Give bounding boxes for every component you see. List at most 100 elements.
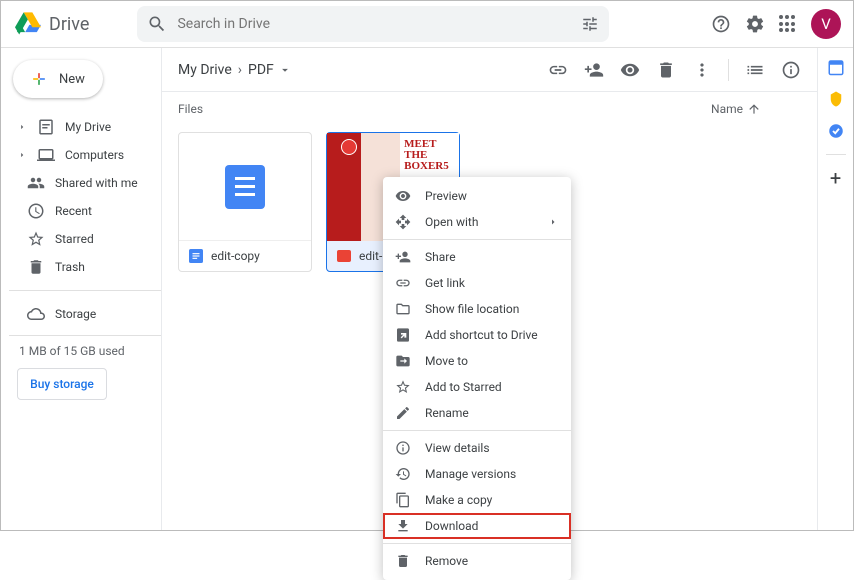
details-button[interactable] <box>781 60 801 80</box>
sidebar-item-recent[interactable]: Recent <box>9 198 161 224</box>
file-item-doc[interactable]: edit-copy <box>178 132 312 272</box>
ctx-preview[interactable]: Preview <box>383 183 571 209</box>
ctx-divider <box>383 239 571 240</box>
list-header: Files Name <box>162 92 817 126</box>
more-vert-icon <box>692 60 712 80</box>
arrow-up-icon <box>747 102 761 116</box>
shortcut-icon <box>395 327 411 343</box>
eye-icon <box>620 60 640 80</box>
ctx-manage-versions[interactable]: Manage versions <box>383 461 571 487</box>
breadcrumb-current[interactable]: PDF <box>248 62 292 78</box>
shared-icon <box>27 174 45 192</box>
header-actions: V <box>711 9 841 39</box>
sidebar-item-storage[interactable]: Storage <box>9 301 161 327</box>
search-input[interactable] <box>177 16 581 32</box>
ctx-open-with[interactable]: Open with <box>383 209 571 235</box>
storage-usage: 1 MB of 15 GB used <box>9 344 161 358</box>
download-icon <box>395 518 411 534</box>
nav-divider <box>9 290 161 291</box>
nav-label: Recent <box>55 204 92 218</box>
share-button[interactable] <box>584 60 604 80</box>
toolbar: My Drive › PDF <box>162 48 817 92</box>
pencil-icon <box>395 405 411 421</box>
nav-label: Computers <box>65 148 124 162</box>
nav-label: Shared with me <box>55 176 138 190</box>
chevron-right-icon: › <box>238 62 242 78</box>
help-button[interactable] <box>711 14 731 34</box>
ctx-remove[interactable]: Remove <box>383 548 571 574</box>
computers-icon <box>37 146 55 164</box>
logo[interactable]: Drive <box>15 12 89 36</box>
ctx-get-link[interactable]: Get link <box>383 270 571 296</box>
apps-button[interactable] <box>779 15 797 33</box>
ctx-rename[interactable]: Rename <box>383 400 571 426</box>
recent-icon <box>27 202 45 220</box>
tune-icon[interactable] <box>581 15 599 33</box>
ctx-view-details[interactable]: View details <box>383 435 571 461</box>
ctx-move-to[interactable]: Move to <box>383 348 571 374</box>
link-icon <box>548 60 568 80</box>
sidebar: New My Drive Computers Shared with me Re… <box>1 48 161 530</box>
view-list-button[interactable] <box>745 60 765 80</box>
star-icon <box>27 230 45 248</box>
get-link-button[interactable] <box>548 60 568 80</box>
chevron-right-icon <box>17 122 27 132</box>
link-icon <box>395 275 411 291</box>
new-button[interactable]: New <box>13 60 103 98</box>
breadcrumb: My Drive › PDF <box>178 62 292 78</box>
info-icon <box>781 60 801 80</box>
side-panel: + <box>817 48 853 530</box>
trash-icon <box>27 258 45 276</box>
ctx-share[interactable]: Share <box>383 244 571 270</box>
panel-divider <box>826 154 846 155</box>
sidebar-item-my-drive[interactable]: My Drive <box>9 114 161 140</box>
storage-divider <box>9 335 161 336</box>
open-with-icon <box>395 214 411 230</box>
sidebar-item-computers[interactable]: Computers <box>9 142 161 168</box>
file-meta: edit-copy <box>179 241 311 271</box>
search-icon <box>147 14 167 34</box>
name-column[interactable]: Name <box>711 102 761 116</box>
ctx-download[interactable]: Download <box>383 513 571 539</box>
toolbar-divider <box>728 59 729 81</box>
breadcrumb-root[interactable]: My Drive <box>178 62 232 78</box>
files-label: Files <box>178 102 203 116</box>
preview-button[interactable] <box>620 60 640 80</box>
avatar[interactable]: V <box>811 9 841 39</box>
my-drive-icon <box>37 118 55 136</box>
new-label: New <box>59 72 85 87</box>
keep-icon[interactable] <box>827 90 845 108</box>
ctx-add-shortcut[interactable]: Add shortcut to Drive <box>383 322 571 348</box>
pdf-icon <box>337 250 351 262</box>
plus-icon <box>29 69 49 89</box>
sidebar-item-shared[interactable]: Shared with me <box>9 170 161 196</box>
list-view-icon <box>745 60 765 80</box>
gear-icon <box>745 14 765 34</box>
header: Drive V <box>1 1 853 47</box>
ctx-star[interactable]: Add to Starred <box>383 374 571 400</box>
search-bar[interactable] <box>137 6 609 42</box>
more-button[interactable] <box>692 60 712 80</box>
ctx-divider <box>383 543 571 544</box>
trash-icon <box>395 553 411 569</box>
nav-label: Trash <box>55 260 85 274</box>
doc-icon <box>225 165 265 209</box>
ctx-make-copy[interactable]: Make a copy <box>383 487 571 513</box>
settings-button[interactable] <box>745 14 765 34</box>
sidebar-item-starred[interactable]: Starred <box>9 226 161 252</box>
addons-button[interactable]: + <box>827 169 845 187</box>
buy-storage-button[interactable]: Buy storage <box>17 368 107 400</box>
drive-logo-icon <box>15 12 41 36</box>
file-name: edit- <box>359 249 382 263</box>
sidebar-item-trash[interactable]: Trash <box>9 254 161 280</box>
person-add-icon <box>584 60 604 80</box>
tasks-icon[interactable] <box>827 122 845 140</box>
calendar-icon[interactable] <box>827 58 845 76</box>
toolbar-actions <box>548 59 801 81</box>
chevron-down-icon <box>278 63 292 77</box>
remove-button[interactable] <box>656 60 676 80</box>
nav-label: Storage <box>55 307 96 321</box>
file-name: edit-copy <box>211 249 260 263</box>
nav-label: Starred <box>55 232 94 246</box>
ctx-show-location[interactable]: Show file location <box>383 296 571 322</box>
